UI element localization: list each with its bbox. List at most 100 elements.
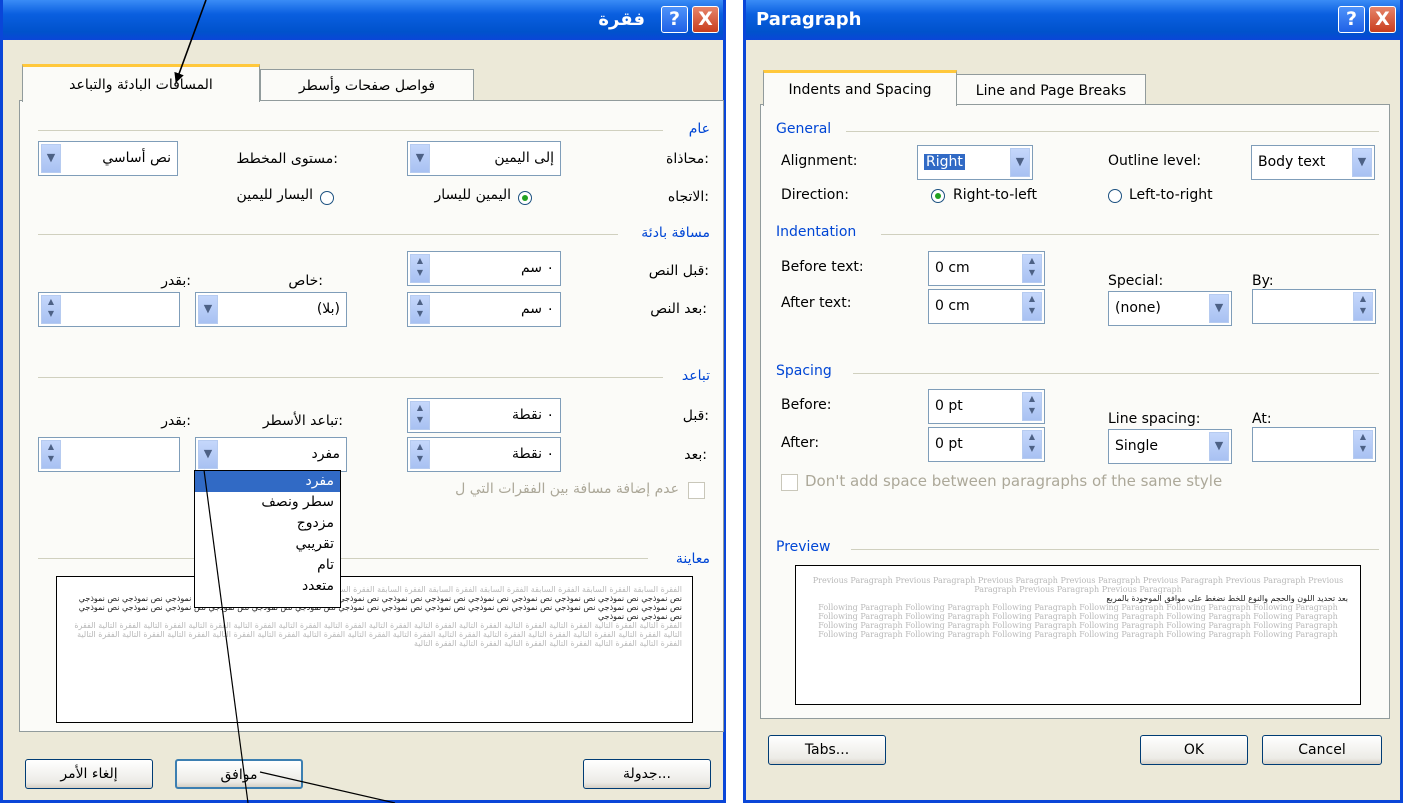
close-icon[interactable]: X bbox=[1369, 6, 1396, 33]
outline-level-value: Body text bbox=[1258, 154, 1326, 170]
ok-button[interactable]: OK bbox=[1140, 735, 1248, 765]
ltr-option-label: Left-to-right bbox=[1129, 187, 1213, 203]
dont-add-space-label: عدم إضافة مسافة بين الفقرات التي ل bbox=[455, 481, 679, 497]
section-preview-heading: Preview bbox=[773, 539, 834, 555]
spinner-icon[interactable]: ▲ ▼ bbox=[410, 254, 430, 283]
special-dropdown[interactable]: (none) ▼ bbox=[1108, 291, 1232, 326]
preview-following-paragraph: الفقرة التالية الفقرة التالية الفقرة الت… bbox=[74, 621, 682, 648]
section-spacing-heading: Spacing bbox=[773, 363, 835, 379]
chevron-down-icon[interactable]: ▼ bbox=[410, 144, 430, 173]
tab-indents-spacing[interactable]: Indents and Spacing bbox=[763, 70, 957, 106]
chevron-down-icon[interactable]: ▼ bbox=[198, 295, 218, 324]
help-icon[interactable]: ? bbox=[1338, 6, 1365, 33]
line-spacing-option[interactable]: تقريبي bbox=[195, 534, 340, 555]
after-text-value: ٠ سم bbox=[520, 301, 554, 317]
before-text-value: 0 cm bbox=[935, 260, 970, 276]
chevron-down-icon[interactable]: ▼ bbox=[1010, 148, 1030, 177]
by-input[interactable]: ▲ ▼ bbox=[38, 292, 180, 327]
tab-panel: General Alignment: Right ▼ Outline level… bbox=[760, 104, 1390, 719]
ok-button[interactable]: موافق bbox=[175, 759, 303, 789]
after-text-input[interactable]: ٠ سم ▲ ▼ bbox=[407, 292, 561, 327]
line-spacing-option[interactable]: متعدد bbox=[195, 576, 340, 597]
section-divider bbox=[38, 234, 618, 235]
section-general-heading: General bbox=[773, 121, 835, 137]
line-spacing-options-list: مفرد سطر ونصف مزدوج تقريبي تام متعدد bbox=[194, 470, 341, 608]
rtl-radio[interactable] bbox=[931, 189, 945, 203]
chevron-down-icon[interactable]: ▼ bbox=[1209, 432, 1229, 461]
spacing-after-input[interactable]: ٠ نقطة ▲ ▼ bbox=[407, 437, 561, 472]
rtl-radio[interactable] bbox=[518, 191, 532, 205]
title-bar[interactable]: فقرة ? X bbox=[3, 0, 723, 40]
dont-add-space-checkbox[interactable] bbox=[781, 474, 798, 491]
spinner-icon[interactable]: ▲ ▼ bbox=[1353, 292, 1373, 321]
tab-panel: عام محاذاة: إلى اليمين ▼ مستوى المخطط: ن… bbox=[19, 100, 724, 732]
section-spacing-heading: تباعد bbox=[678, 368, 713, 384]
by-input[interactable]: ▲ ▼ bbox=[1252, 289, 1376, 324]
section-divider bbox=[38, 377, 663, 378]
before-text-label: Before text: bbox=[781, 259, 864, 275]
line-spacing-dropdown[interactable]: مفرد ▼ bbox=[195, 437, 347, 472]
ltr-radio[interactable] bbox=[1108, 189, 1122, 203]
at-input[interactable]: ▲ ▼ bbox=[1252, 427, 1376, 462]
outline-level-dropdown[interactable]: Body text ▼ bbox=[1251, 145, 1375, 180]
ltr-radio[interactable] bbox=[320, 191, 334, 205]
line-spacing-option[interactable]: مزدوج bbox=[195, 513, 340, 534]
special-value: (بلا) bbox=[316, 301, 340, 317]
close-icon[interactable]: X bbox=[692, 6, 719, 33]
chevron-down-icon[interactable]: ▼ bbox=[1209, 294, 1229, 323]
after-text-input[interactable]: 0 cm ▲ ▼ bbox=[928, 289, 1045, 324]
line-spacing-value: مفرد bbox=[311, 446, 340, 462]
title-bar[interactable]: Paragraph ? X bbox=[746, 0, 1400, 40]
spinner-icon[interactable]: ▲ ▼ bbox=[1022, 392, 1042, 421]
help-icon[interactable]: ? bbox=[661, 6, 688, 33]
section-divider bbox=[881, 234, 1379, 235]
tabs-button[interactable]: جدولة... bbox=[583, 759, 711, 789]
spinner-icon[interactable]: ▲ ▼ bbox=[1022, 292, 1042, 321]
dont-add-space-label: Don't add space between paragraphs of th… bbox=[805, 472, 1223, 490]
direction-label: الاتجاه: bbox=[667, 189, 709, 205]
dialog-title: فقرة bbox=[598, 9, 645, 30]
alignment-label: محاذاة: bbox=[666, 151, 709, 167]
before-text-input[interactable]: 0 cm ▲ ▼ bbox=[928, 251, 1045, 286]
arabic-paragraph-dialog: فقرة ? X المسافات البادئة والتباعد فواصل… bbox=[0, 0, 726, 803]
tabs-button[interactable]: Tabs... bbox=[768, 735, 886, 765]
spacing-before-label: قبل: bbox=[682, 408, 709, 424]
chevron-down-icon[interactable]: ▼ bbox=[41, 144, 61, 173]
line-spacing-option[interactable]: سطر ونصف bbox=[195, 492, 340, 513]
dialog-title: Paragraph bbox=[756, 9, 862, 30]
spinner-icon[interactable]: ▲ ▼ bbox=[410, 401, 430, 430]
spinner-icon[interactable]: ▲ ▼ bbox=[1022, 430, 1042, 459]
chevron-down-icon[interactable]: ▼ bbox=[198, 440, 218, 469]
cancel-button[interactable]: إلغاء الأمر bbox=[25, 759, 153, 789]
spinner-icon[interactable]: ▲ ▼ bbox=[1022, 254, 1042, 283]
chevron-down-icon[interactable]: ▼ bbox=[1352, 148, 1372, 177]
cancel-button[interactable]: Cancel bbox=[1262, 735, 1382, 765]
tab-line-page-breaks[interactable]: Line and Page Breaks bbox=[956, 74, 1146, 106]
alignment-dropdown[interactable]: إلى اليمين ▼ bbox=[407, 141, 561, 176]
line-spacing-option[interactable]: تام bbox=[195, 555, 340, 576]
alignment-dropdown[interactable]: Right ▼ bbox=[917, 145, 1033, 180]
at-input[interactable]: ▲ ▼ bbox=[38, 437, 180, 472]
spinner-icon[interactable]: ▲ ▼ bbox=[410, 440, 430, 469]
tab-indents-spacing[interactable]: المسافات البادئة والتباعد bbox=[22, 64, 260, 102]
spacing-before-input[interactable]: ٠ نقطة ▲ ▼ bbox=[407, 398, 561, 433]
spacing-after-input[interactable]: 0 pt ▲ ▼ bbox=[928, 427, 1045, 462]
spacing-before-value: ٠ نقطة bbox=[512, 407, 554, 423]
outline-level-label: مستوى المخطط: bbox=[236, 151, 338, 167]
outline-level-dropdown[interactable]: نص أساسي ▼ bbox=[38, 141, 178, 176]
before-text-input[interactable]: ٠ سم ▲ ▼ bbox=[407, 251, 561, 286]
special-dropdown[interactable]: (بلا) ▼ bbox=[195, 292, 347, 327]
line-spacing-option[interactable]: مفرد bbox=[195, 471, 340, 492]
after-text-label: بعد النص: bbox=[650, 301, 707, 317]
spinner-icon[interactable]: ▲ ▼ bbox=[410, 295, 430, 324]
spinner-icon[interactable]: ▲ ▼ bbox=[41, 295, 61, 324]
section-divider bbox=[853, 373, 1379, 374]
line-spacing-dropdown[interactable]: Single ▼ bbox=[1108, 429, 1232, 464]
spinner-icon[interactable]: ▲ ▼ bbox=[1353, 430, 1373, 459]
english-paragraph-dialog: Paragraph ? X Indents and Spacing Line a… bbox=[743, 0, 1403, 803]
tab-line-page-breaks[interactable]: فواصل صفحات وأسطر bbox=[260, 69, 474, 102]
dont-add-space-checkbox[interactable] bbox=[688, 482, 705, 499]
spacing-before-input[interactable]: 0 pt ▲ ▼ bbox=[928, 389, 1045, 424]
section-divider bbox=[851, 549, 1379, 550]
spinner-icon[interactable]: ▲ ▼ bbox=[41, 440, 61, 469]
